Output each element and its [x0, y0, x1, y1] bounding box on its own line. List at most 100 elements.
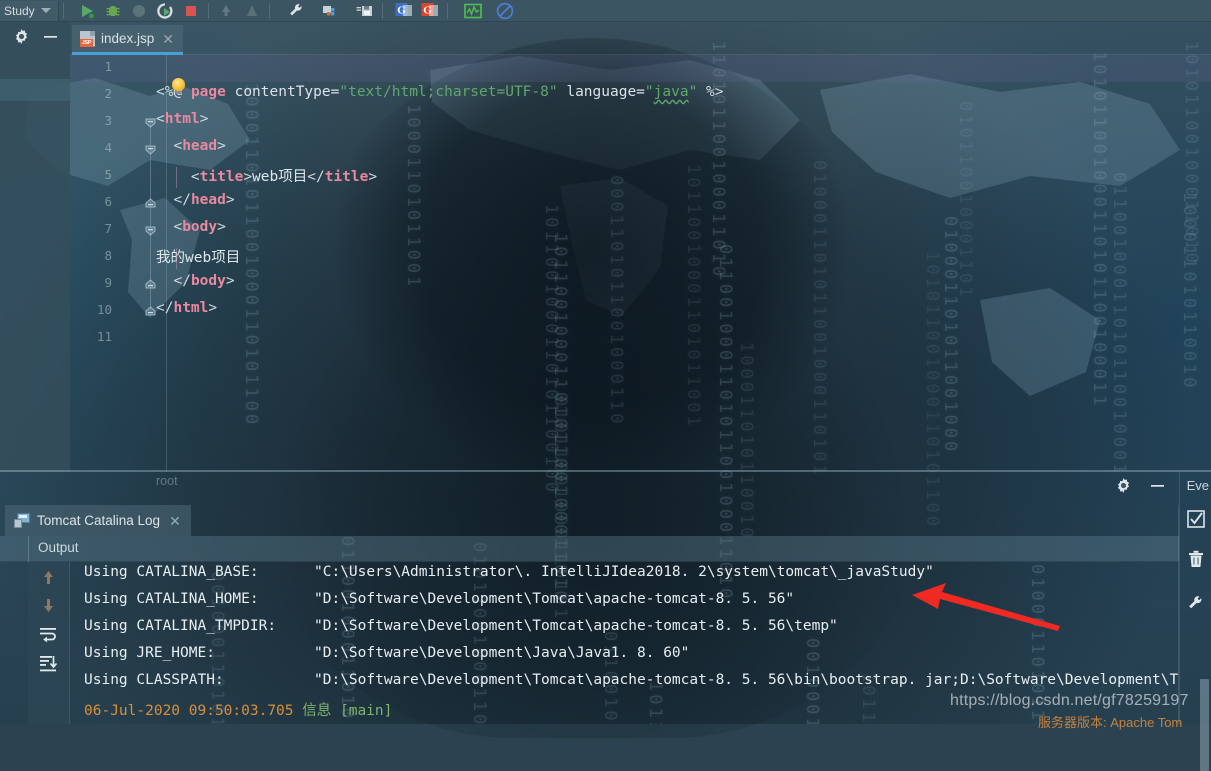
line-number: 7	[104, 221, 112, 236]
log-line-key: Using CATALINA_TMPDIR:	[84, 618, 314, 634]
toolbar-divider	[447, 3, 448, 19]
event-log-label[interactable]: Eve	[1187, 478, 1209, 493]
tab-tomcat-catalina-log[interactable]: Tomcat Catalina Log ✕	[5, 505, 191, 536]
main-toolbar: Study	[0, 0, 1211, 22]
indent-guide	[176, 248, 177, 269]
close-icon[interactable]: ✕	[160, 32, 174, 46]
scroll-down-icon[interactable]	[39, 596, 58, 620]
line-number: 9	[104, 275, 112, 290]
csdn-watermark-secondary: 服务器版本: Apache Tom	[1038, 712, 1182, 731]
bottom-panel-header-controls	[1115, 477, 1165, 499]
bottom-panel-header	[0, 472, 1179, 505]
settings-wrench-button[interactable]	[284, 0, 310, 22]
intention-bulb-icon[interactable]	[172, 78, 185, 91]
wrench-icon[interactable]	[1187, 594, 1205, 617]
csdn-watermark: https://blog.csdn.net/gf78259197	[950, 692, 1189, 710]
code-line: <title>web项目</title>	[156, 165, 377, 186]
code-line: 我的web项目	[156, 246, 240, 267]
line-number: 6	[104, 194, 112, 209]
log-level: 信息 [main]	[302, 703, 392, 719]
bottom-tool-window: Tomcat Catalina Log ✕ Output	[0, 472, 1211, 724]
toolbar-divider	[269, 3, 270, 19]
line-number: 4	[104, 140, 112, 155]
log-line: Using CATALINA_HOME:"D:\Software\Develop…	[84, 591, 794, 607]
toolbar-divider	[208, 3, 209, 19]
debug-button[interactable]	[100, 0, 126, 22]
log-line-partial: 06-Jul-2020 09:50:03.705 信息 [main]	[84, 699, 392, 720]
code-line: </head>	[156, 192, 235, 208]
close-icon[interactable]: ✕	[167, 514, 181, 528]
log-timestamp: 06-Jul-2020 09:50:03.705	[84, 703, 302, 719]
scroll-to-end-icon[interactable]	[39, 654, 58, 678]
trash-icon[interactable]	[1187, 550, 1205, 573]
code-fold-collapse-icon[interactable]	[145, 197, 156, 208]
output-header-label: Output	[38, 540, 79, 555]
line-number-gutter: 1234567891011	[70, 55, 170, 472]
run-coverage-button[interactable]	[126, 0, 152, 22]
line-number: 11	[97, 329, 112, 344]
log-line-key: Using JRE_HOME:	[84, 645, 314, 661]
run-profiler-button[interactable]	[152, 0, 178, 22]
code-line: <head>	[156, 138, 226, 154]
code-content[interactable]: <%@ page contentType="text/html;charset=…	[156, 55, 1206, 472]
line-number: 2	[104, 86, 112, 101]
indent-guide	[176, 167, 177, 188]
editor-header-controls	[0, 22, 70, 55]
log-line-value: "D:\Software\Development\Tomcat\apache-t…	[314, 618, 838, 634]
code-fold-collapse-icon[interactable]	[145, 305, 156, 316]
log-line-value: "D:\Software\Development\Java\Java1. 8. …	[314, 645, 689, 661]
soft-wrap-icon[interactable]	[39, 625, 58, 649]
minimize-icon[interactable]	[43, 29, 58, 49]
line-number: 10	[97, 302, 112, 317]
code-line: </body>	[156, 273, 235, 289]
chevron-down-icon	[41, 8, 51, 13]
jsp-file-icon: JSP	[80, 31, 95, 47]
editor-tab-label: index.jsp	[101, 31, 154, 46]
code-line: <html>	[156, 111, 208, 127]
toolbar-divider	[63, 3, 64, 19]
log-line: Using CLASSPATH:"D:\Software\Development…	[84, 672, 1179, 688]
save-all-button[interactable]	[352, 0, 378, 22]
log-line-value: "D:\Software\Development\Tomcat\apache-t…	[314, 591, 794, 607]
log-line-key: Using CATALINA_BASE:	[84, 564, 314, 580]
line-number: 5	[104, 167, 112, 182]
right-tool-strip: Eve	[1179, 472, 1211, 724]
update-app-button[interactable]	[213, 0, 239, 22]
stop-button[interactable]	[178, 0, 204, 22]
editor-tab-strip: JSP index.jsp ✕	[70, 22, 1211, 55]
select-all-icon[interactable]	[1187, 510, 1205, 533]
tomcat-log-icon	[14, 513, 30, 528]
scroll-up-icon[interactable]	[39, 568, 58, 592]
code-fold-expand-icon[interactable]	[145, 143, 156, 154]
tab-tomcat-catalina-log-label: Tomcat Catalina Log	[37, 513, 160, 528]
code-line: <%@ page contentType="text/html;charset=…	[156, 84, 724, 100]
open-chrome-button[interactable]: G	[391, 0, 417, 22]
minimize-icon[interactable]	[1150, 478, 1165, 498]
editor-tab-index-jsp[interactable]: JSP index.jsp ✕	[72, 25, 183, 55]
run-configuration-selector[interactable]: Study	[0, 1, 59, 21]
toolbar-divider	[382, 3, 383, 19]
line-number: 8	[104, 248, 112, 263]
log-line: Using CATALINA_TMPDIR:"D:\Software\Devel…	[84, 618, 838, 634]
monitor-button[interactable]	[460, 0, 486, 22]
code-fold-expand-icon[interactable]	[145, 116, 156, 127]
open-chrome-alt-button[interactable]: G	[417, 0, 443, 22]
log-line: Using JRE_HOME:"D:\Software\Development\…	[84, 645, 689, 661]
gear-icon[interactable]	[13, 28, 30, 50]
project-structure-button[interactable]	[318, 0, 344, 22]
gear-icon[interactable]	[1115, 477, 1132, 499]
code-fold-collapse-icon[interactable]	[145, 278, 156, 289]
code-line: <body>	[156, 219, 226, 235]
run-configuration-label: Study	[4, 4, 35, 18]
code-fold-expand-icon[interactable]	[145, 224, 156, 235]
run-button[interactable]	[74, 0, 100, 22]
log-line-key: Using CLASSPATH:	[84, 672, 314, 688]
output-header-bar: Output	[0, 536, 1179, 562]
log-line: Using CATALINA_BASE:"C:\Users\Administra…	[84, 564, 934, 580]
no-access-button[interactable]	[492, 0, 518, 22]
log-line-key: Using CATALINA_HOME:	[84, 591, 314, 607]
log-line-value: "C:\Users\Administrator\. IntelliJIdea20…	[314, 564, 934, 580]
line-number: 3	[104, 113, 112, 128]
log-gutter-toolbar	[28, 562, 70, 724]
exit-button[interactable]	[239, 0, 265, 22]
